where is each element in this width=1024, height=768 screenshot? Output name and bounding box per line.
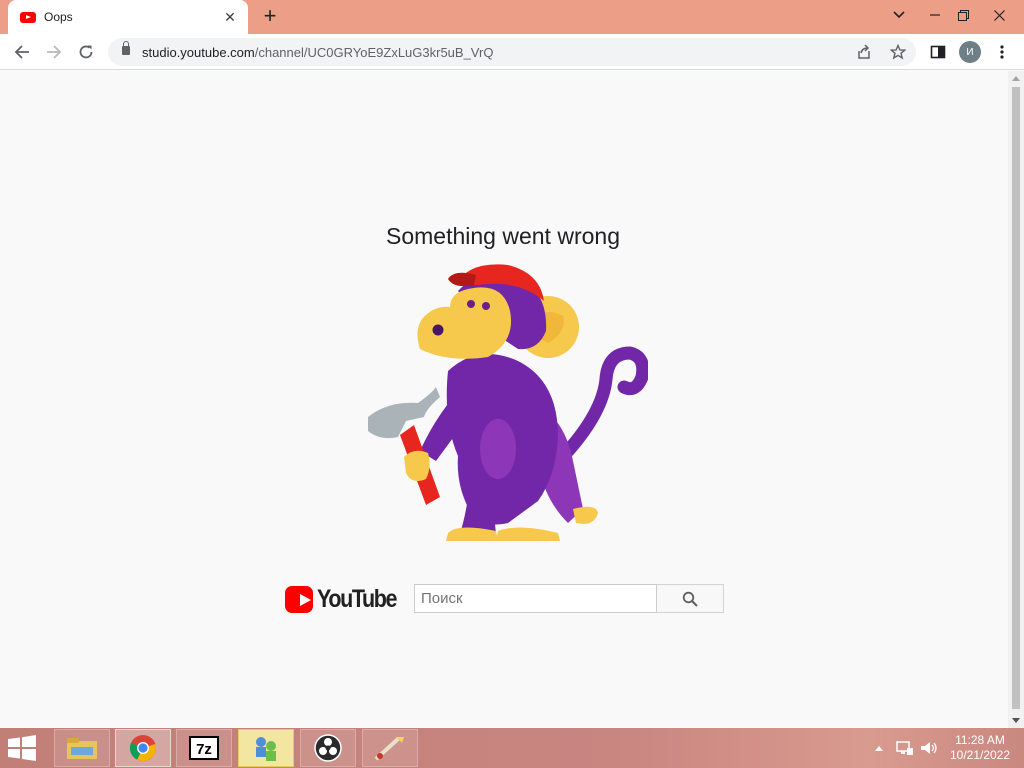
chevron-up-icon — [875, 746, 883, 751]
page-scrollbar[interactable] — [1008, 71, 1024, 728]
back-button[interactable] — [8, 38, 36, 66]
taskbar-7zip[interactable]: 7z — [176, 729, 232, 767]
tab-title: Oops — [44, 10, 73, 24]
address-bar[interactable]: studio.youtube.com/channel/UC0GRYoE9ZxLu… — [108, 38, 916, 66]
network-tray[interactable] — [896, 728, 914, 768]
folder-icon — [67, 738, 97, 759]
monkey-illustration — [368, 264, 648, 541]
youtube-logo[interactable]: YouTube — [285, 584, 409, 614]
share-button[interactable] — [850, 38, 878, 66]
share-icon — [858, 44, 870, 59]
arrow-right-icon — [47, 45, 62, 59]
url-text: studio.youtube.com/channel/UC0GRYoE9ZxLu… — [142, 45, 493, 60]
reload-icon — [79, 45, 93, 59]
scroll-down-icon[interactable] — [1012, 718, 1020, 723]
close-icon — [993, 9, 1005, 21]
volume-tray[interactable] — [920, 728, 938, 768]
side-panel-button[interactable] — [924, 38, 952, 66]
obs-icon — [314, 734, 342, 762]
reload-button[interactable] — [72, 38, 100, 66]
youtube-play-icon — [285, 585, 313, 613]
bookmark-button[interactable] — [884, 38, 912, 66]
taskbar-file-explorer[interactable] — [54, 729, 110, 767]
taskbar-network-app[interactable] — [238, 729, 294, 767]
speaker-icon — [921, 742, 937, 754]
chrome-icon — [129, 735, 156, 762]
taskbar-paint-app[interactable] — [362, 729, 418, 767]
star-icon — [890, 44, 906, 60]
lock-icon — [122, 41, 130, 55]
svg-text:7z: 7z — [196, 741, 212, 758]
search-input[interactable] — [421, 590, 650, 607]
network-users-icon — [256, 737, 276, 761]
windows-taskbar: 7z 11:28 AM 10/21/2022 — [0, 728, 1024, 768]
search-field[interactable] — [414, 584, 657, 613]
clock-date: 10/21/2022 — [949, 748, 1011, 762]
tab-search-button[interactable] — [882, 0, 916, 30]
new-tab-button[interactable]: + — [258, 4, 282, 28]
forward-button[interactable] — [40, 38, 68, 66]
close-window-button[interactable] — [982, 0, 1016, 30]
search-button[interactable] — [657, 584, 724, 613]
arrow-left-icon — [14, 45, 29, 59]
browser-titlebar: Oops ✕ + — [0, 0, 1024, 34]
taskbar-obs[interactable] — [300, 729, 356, 767]
scroll-thumb[interactable] — [1012, 87, 1020, 709]
system-clock[interactable]: 11:28 AM 10/21/2022 — [940, 733, 1020, 763]
side-panel-icon — [930, 45, 946, 59]
profile-avatar[interactable]: И — [959, 41, 981, 63]
error-title: Something went wrong — [386, 223, 620, 249]
restore-button[interactable] — [946, 0, 980, 30]
show-hidden-icons[interactable] — [874, 728, 884, 768]
chevron-down-icon — [893, 11, 905, 19]
windows-start-icon[interactable] — [6, 734, 38, 762]
clock-time: 11:28 AM — [955, 733, 1005, 747]
search-icon — [682, 591, 698, 607]
page-content: Something went wrong YouTube Поиск — [0, 71, 1008, 728]
youtube-favicon-icon — [20, 11, 36, 23]
network-icon — [896, 741, 913, 755]
menu-button[interactable] — [988, 38, 1016, 66]
url-path: /channel/UC0GRYoE9ZxLuG3kr5uB_VrQ — [254, 45, 494, 60]
kebab-menu-icon — [1000, 45, 1004, 59]
7zip-icon: 7z — [189, 736, 219, 760]
url-host: studio.youtube.com — [142, 45, 255, 60]
minimize-icon — [930, 14, 940, 16]
tab-close-button[interactable]: ✕ — [222, 9, 238, 26]
scroll-up-icon[interactable] — [1012, 76, 1020, 81]
browser-toolbar: studio.youtube.com/channel/UC0GRYoE9ZxLu… — [0, 34, 1024, 70]
browser-tab[interactable]: Oops ✕ — [8, 0, 248, 34]
paint-brush-icon — [374, 737, 404, 761]
taskbar-chrome[interactable] — [115, 729, 171, 767]
youtube-wordmark: YouTube — [316, 584, 398, 613]
restore-icon — [957, 9, 969, 21]
